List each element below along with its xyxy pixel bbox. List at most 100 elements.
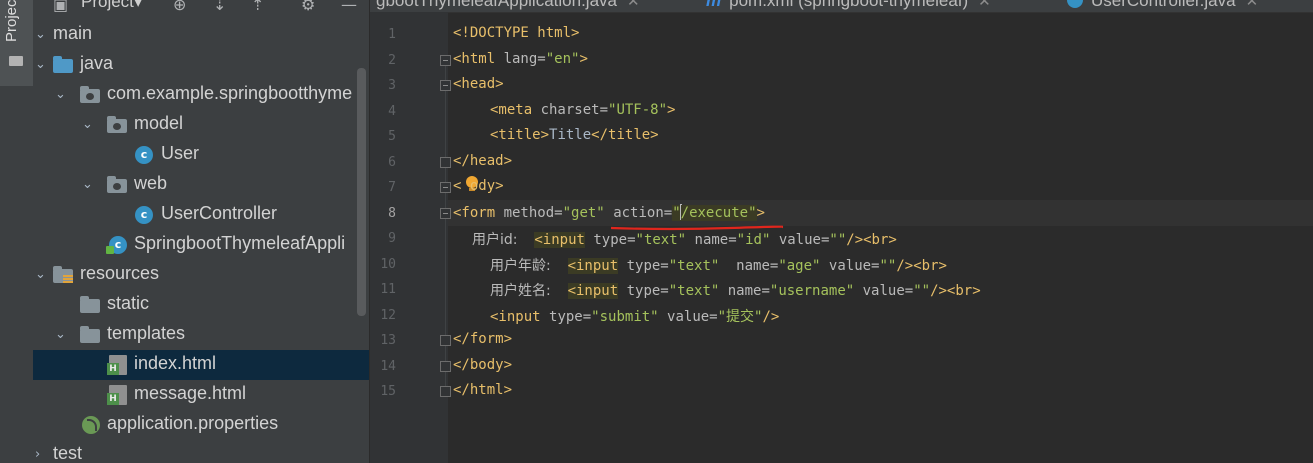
chevron-down-icon[interactable]: ⌄ xyxy=(35,27,46,42)
project-view-selector[interactable]: Project▾ xyxy=(81,0,142,12)
close-icon[interactable]: ✕ xyxy=(627,0,640,10)
tree-item-label: static xyxy=(107,293,150,313)
tab-usercontroller-java[interactable]: UserController.java ✕ xyxy=(1067,0,1258,11)
code-line-6[interactable]: </head> xyxy=(453,153,512,169)
fold-marker[interactable] xyxy=(440,335,451,346)
tree-item-templates[interactable]: ⌄ templates xyxy=(33,320,369,350)
fold-marker[interactable] xyxy=(440,80,451,91)
attribute: lang= xyxy=(503,51,546,67)
attribute-value-quote: " xyxy=(748,205,757,221)
attribute: type= xyxy=(618,258,669,274)
folder-icon xyxy=(80,296,100,313)
tree-item-user[interactable]: c User xyxy=(33,140,369,170)
close-icon[interactable]: ✕ xyxy=(978,0,991,10)
tag: </form> xyxy=(453,331,513,347)
line-number: 10 xyxy=(380,257,396,272)
code-line-15[interactable]: </html> xyxy=(453,382,512,398)
code-line-10[interactable]: 用户年龄: <input type="text" name="age" valu… xyxy=(490,255,947,275)
editor-tabs: gbootThymeleafApplication.java ✕ m pom.xml… xyxy=(370,0,1313,13)
chevron-down-icon[interactable]: ⌄ xyxy=(82,117,93,132)
spring-boot-class-icon: c xyxy=(106,236,127,254)
code-line-7[interactable]: <body> xyxy=(453,178,504,194)
tree-item-test[interactable]: › test xyxy=(33,440,369,463)
tree-item-label: application.properties xyxy=(107,413,279,433)
tree-item-message-html[interactable]: message.html xyxy=(33,380,369,410)
tree-item-index-html[interactable]: index.html xyxy=(33,350,369,380)
attribute: name= xyxy=(686,232,737,248)
code-line-12[interactable]: <input type="submit" value="提交"/> xyxy=(490,306,779,326)
fold-marker[interactable] xyxy=(440,361,451,372)
code-line-1[interactable]: <!DOCTYPE html> xyxy=(453,25,579,41)
chevron-right-icon[interactable]: › xyxy=(35,447,40,462)
tree-item-web[interactable]: ⌄ web xyxy=(33,170,369,200)
code-line-9[interactable]: 用户id: <input type="text" name="id" value… xyxy=(472,229,897,249)
attribute-value: "UTF-8" xyxy=(608,102,668,118)
tab-label: pom.xml (springboot-thymeleaf) xyxy=(729,0,969,10)
tree-item-label: index.html xyxy=(134,353,217,373)
code-editor[interactable]: gbootThymeleafApplication.java ✕ m pom.xml… xyxy=(370,0,1313,463)
tree-item-label: resources xyxy=(80,263,160,283)
hide-panel-icon[interactable]: — xyxy=(341,0,357,13)
chevron-down-icon[interactable]: ⌄ xyxy=(35,267,46,282)
fold-marker[interactable] xyxy=(440,386,451,397)
expand-all-icon[interactable]: ⇣ xyxy=(213,0,226,13)
tree-item-application-properties[interactable]: application.properties xyxy=(33,410,369,440)
code-line-14[interactable]: </body> xyxy=(453,357,512,373)
code-line-2[interactable]: <html lang="en"> xyxy=(453,51,588,67)
chevron-down-icon[interactable]: ⌄ xyxy=(35,57,46,72)
chevron-down-icon[interactable]: ⌄ xyxy=(55,87,66,102)
code-line-13[interactable]: </form> xyxy=(453,331,512,347)
fold-marker[interactable] xyxy=(440,157,451,168)
tree-item-usercontroller[interactable]: c UserController xyxy=(33,200,369,230)
project-tool-tab[interactable]: Project xyxy=(0,0,33,86)
tag: <title> xyxy=(490,127,550,143)
project-panel: ▣ Project▾ ⊕ ⇣ ⇡ ⚙ — ⌄ main ⌄ java ⌄ com… xyxy=(33,0,369,463)
tab-pom-xml[interactable]: m pom.xml (springboot-thymeleaf) ✕ xyxy=(706,0,991,11)
project-tool-tab-label: Project xyxy=(3,0,20,42)
fold-marker[interactable] xyxy=(440,182,451,193)
line-number: 5 xyxy=(388,129,396,144)
attribute-value: "text" xyxy=(668,258,720,274)
tree-item-model[interactable]: ⌄ model xyxy=(33,110,369,140)
tree-item-static[interactable]: static xyxy=(33,290,369,320)
tag: /> xyxy=(762,309,780,325)
tab-label: UserController.java xyxy=(1091,0,1236,10)
tag: </body> xyxy=(453,357,513,373)
tag: <html xyxy=(453,51,504,67)
tree-item-label: templates xyxy=(107,323,186,343)
fold-marker[interactable] xyxy=(440,208,451,219)
tree-item-main[interactable]: ⌄ main xyxy=(33,20,369,50)
text: Title xyxy=(549,127,592,143)
locate-icon[interactable]: ⊕ xyxy=(173,0,186,13)
label-text: 用户姓名: xyxy=(490,283,551,299)
fold-marker[interactable] xyxy=(440,55,451,66)
chevron-down-icon[interactable]: ⌄ xyxy=(82,177,93,192)
code-line-5[interactable]: <title>Title</title> xyxy=(490,127,659,143)
collapse-all-icon[interactable]: ⇡ xyxy=(251,0,264,13)
tag: <meta xyxy=(490,102,541,118)
code-line-4[interactable]: <meta charset="UTF-8"> xyxy=(490,102,675,118)
tree-item-java[interactable]: ⌄ java xyxy=(33,50,369,80)
tree-item-resources[interactable]: ⌄ resources xyxy=(33,260,369,290)
line-number: 4 xyxy=(388,104,396,119)
tag-obscured: b xyxy=(461,178,469,194)
maven-icon: m xyxy=(706,0,722,10)
project-scrollbar[interactable] xyxy=(357,68,366,316)
attribute-value: "id" xyxy=(736,232,771,248)
close-icon[interactable]: ✕ xyxy=(1246,0,1259,10)
code-line-3[interactable]: <head> xyxy=(453,76,504,92)
line-number: 2 xyxy=(388,53,396,68)
code-line-8[interactable]: <form method="get" action="/execute"> xyxy=(453,204,765,221)
tree-item-package-root[interactable]: ⌄ com.example.springbootthyme xyxy=(33,80,369,110)
tree-item-application-class[interactable]: c SpringbootThymeleafAppli xyxy=(33,230,369,260)
tree-item-label: com.example.springbootthyme xyxy=(107,83,353,103)
gear-icon[interactable]: ⚙ xyxy=(301,0,315,13)
package-icon xyxy=(107,116,127,133)
code-line-11[interactable]: 用户姓名: <input type="text" name="username"… xyxy=(490,280,981,300)
attribute-value: "username" xyxy=(769,283,855,299)
attribute: name= xyxy=(719,283,770,299)
line-number: 8 xyxy=(388,206,396,221)
chevron-down-icon[interactable]: ⌄ xyxy=(55,327,66,342)
tool-window-stripe: Project xyxy=(0,0,34,463)
tab-application-java[interactable]: gbootThymeleafApplication.java ✕ xyxy=(376,0,640,11)
